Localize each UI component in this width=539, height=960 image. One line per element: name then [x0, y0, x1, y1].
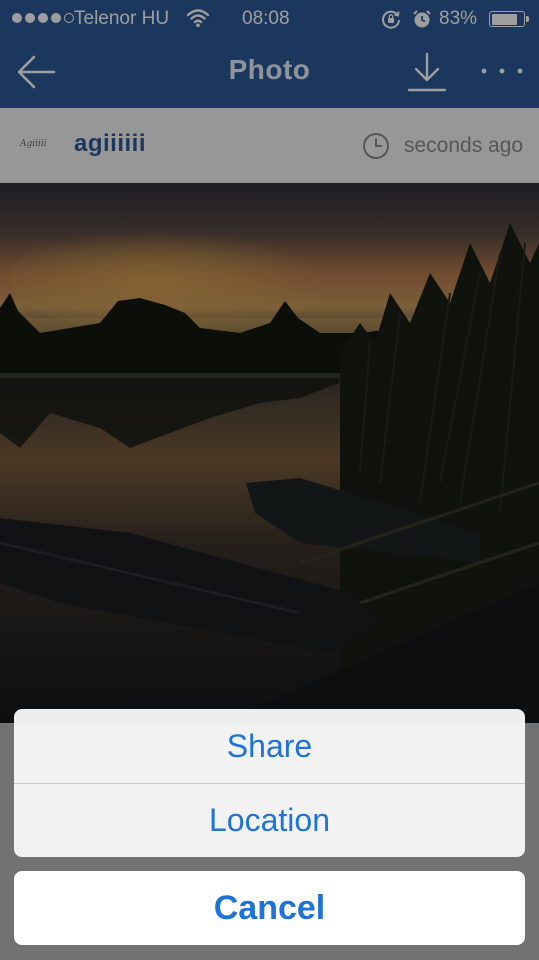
share-button[interactable]: Share — [14, 709, 525, 783]
cancel-button[interactable]: Cancel — [14, 871, 525, 945]
action-sheet: Share Location — [14, 709, 525, 857]
location-button[interactable]: Location — [14, 783, 525, 857]
